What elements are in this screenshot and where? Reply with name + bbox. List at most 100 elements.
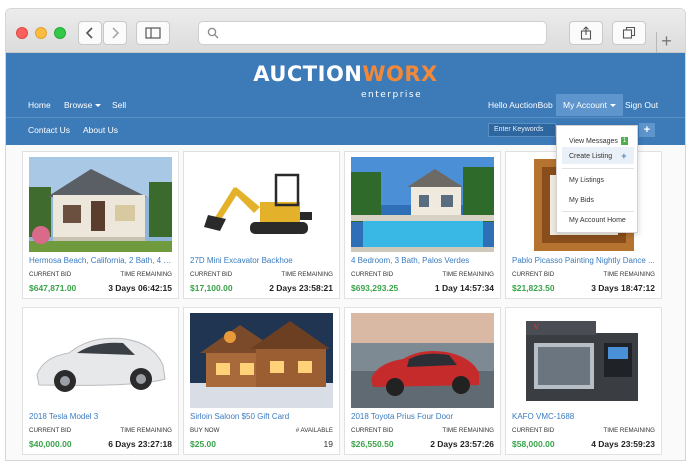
back-button[interactable] <box>78 21 102 45</box>
nav-browse-label: Browse <box>64 100 93 110</box>
listing-time-remaining: 3 Days 18:47:12 <box>591 283 655 293</box>
plus-icon: + <box>621 151 627 161</box>
listing-card[interactable]: 4 Bedroom, 3 Bath, Palos Verdes CURRENT … <box>344 151 501 299</box>
sidebar-button[interactable] <box>136 21 170 45</box>
listing-image-saloon[interactable] <box>190 313 333 408</box>
listing-time-remaining: 1 Day 14:57:34 <box>434 283 494 293</box>
nav-browse[interactable]: Browse <box>64 94 102 116</box>
listing-card[interactable]: Hermosa Beach, California, 2 Bath, 4 B..… <box>22 151 179 299</box>
menu-item-label: Create Listing <box>569 152 613 160</box>
share-icon <box>580 26 592 40</box>
search-icon <box>207 27 219 39</box>
search-plus-button[interactable]: + <box>639 123 655 137</box>
listing-price: $40,000.00 <box>29 439 72 449</box>
listing-available-count: 19 <box>323 439 333 449</box>
keyword-search-input[interactable]: Enter Keywords <box>488 123 556 137</box>
menu-item-label: View Messages <box>569 137 618 145</box>
nav-about-us[interactable]: About Us <box>83 119 118 141</box>
menu-item-my-account-home[interactable]: My Account Home <box>569 217 626 224</box>
my-account-menu[interactable]: My Account <box>556 94 623 116</box>
header-divider <box>6 117 685 118</box>
listing-image-tesla[interactable] <box>29 313 172 408</box>
listing-image-house[interactable] <box>29 157 172 252</box>
menu-item-my-listings[interactable]: My Listings <box>569 177 604 184</box>
nav-sell[interactable]: Sell <box>112 94 126 116</box>
listing-price: $647,871.00 <box>29 283 77 293</box>
new-tab-button[interactable]: + <box>656 32 676 53</box>
listing-title[interactable]: 2018 Tesla Model 3 <box>29 412 174 421</box>
listing-time-remaining: 2 Days 23:58:21 <box>269 283 333 293</box>
listing-price: $21,823.50 <box>512 283 555 293</box>
site-logo[interactable]: AUCTIONWORX enterprise <box>6 62 685 100</box>
browser-window: + AUCTIONWORX enterprise Home Browse Sel… <box>5 8 686 461</box>
listing-label-left: CURRENT BID <box>512 427 555 434</box>
listing-label-left: CURRENT BID <box>29 427 72 434</box>
listing-card[interactable]: Sirloin Saloon $50 Gift Card BUY NOW # A… <box>183 307 340 455</box>
menu-item-my-bids[interactable]: My Bids <box>569 197 594 204</box>
logo-part2: WORX <box>362 62 438 86</box>
listing-image-cnc-machine[interactable]: V <box>512 313 655 408</box>
listing-label-right: TIME REMAINING <box>281 271 333 278</box>
svg-text:V: V <box>534 324 539 331</box>
sign-out-link[interactable]: Sign Out <box>625 94 658 116</box>
forward-button[interactable] <box>103 21 127 45</box>
auction-site: AUCTIONWORX enterprise Home Browse Sell … <box>6 53 685 460</box>
listing-image-pool-house[interactable] <box>351 157 494 252</box>
listing-title[interactable]: Sirloin Saloon $50 Gift Card <box>190 412 335 421</box>
menu-item-view-messages[interactable]: View Messages 1 <box>569 137 629 145</box>
listing-card[interactable]: V KAFO VMC-1688 CURRENT BID TIME REMAINI… <box>505 307 662 455</box>
listing-time-remaining: 6 Days 23:27:18 <box>108 439 172 449</box>
primary-nav: Home Browse Sell Hello AuctionBob My Acc… <box>6 94 685 116</box>
listing-label-right: TIME REMAINING <box>442 271 494 278</box>
chevron-left-icon <box>85 27 93 39</box>
tabs-icon <box>622 26 636 39</box>
listing-title[interactable]: 27D Mini Excavator Backhoe <box>190 256 335 265</box>
message-count-badge: 1 <box>620 137 629 145</box>
listing-card[interactable]: 2018 Toyota Prius Four Door CURRENT BID … <box>344 307 501 455</box>
logo-part1: AUCTION <box>253 62 363 86</box>
chevron-right-icon <box>112 27 120 39</box>
show-tabs-button[interactable] <box>612 21 646 45</box>
caret-down-icon <box>609 104 616 108</box>
share-button[interactable] <box>569 21 603 45</box>
listing-time-remaining: 4 Days 23:59:23 <box>591 439 655 449</box>
menu-divider <box>562 168 634 169</box>
nav-contact-us[interactable]: Contact Us <box>28 119 70 141</box>
listing-image-prius[interactable] <box>351 313 494 408</box>
listing-title[interactable]: KAFO VMC-1688 <box>512 412 657 421</box>
listing-title[interactable]: Hermosa Beach, California, 2 Bath, 4 B..… <box>29 256 174 265</box>
listing-label-right: TIME REMAINING <box>603 271 655 278</box>
greeting: Hello AuctionBob <box>488 100 553 110</box>
caret-down-icon <box>95 104 102 108</box>
listing-card[interactable]: 27D Mini Excavator Backhoe CURRENT BID T… <box>183 151 340 299</box>
listing-label-left: CURRENT BID <box>190 271 233 278</box>
my-account-dropdown: View Messages 1 Create Listing + My Listin… <box>556 125 638 233</box>
listing-label-right: # AVAILABLE <box>295 427 333 434</box>
browser-toolbar: + <box>6 9 685 53</box>
listing-label-left: CURRENT BID <box>512 271 555 278</box>
listing-title[interactable]: 4 Bedroom, 3 Bath, Palos Verdes <box>351 256 496 265</box>
listing-label-right: TIME REMAINING <box>442 427 494 434</box>
listing-price: $26,550.50 <box>351 439 394 449</box>
listing-time-remaining: 2 Days 23:57:26 <box>430 439 494 449</box>
close-window-button[interactable] <box>16 27 28 39</box>
address-bar[interactable] <box>198 21 547 45</box>
menu-item-create-listing[interactable]: Create Listing + <box>569 151 626 161</box>
nav-home[interactable]: Home <box>28 94 51 116</box>
listing-image-excavator[interactable] <box>190 157 333 252</box>
listing-price: $25.00 <box>190 439 216 449</box>
listing-time-remaining: 3 Days 06:42:15 <box>108 283 172 293</box>
listing-label-left: CURRENT BID <box>351 427 394 434</box>
listing-label-left: CURRENT BID <box>351 271 394 278</box>
menu-divider <box>562 211 634 212</box>
listing-label-right: TIME REMAINING <box>603 427 655 434</box>
listing-card[interactable]: 2018 Tesla Model 3 CURRENT BID TIME REMA… <box>22 307 179 455</box>
listing-title[interactable]: 2018 Toyota Prius Four Door <box>351 412 496 421</box>
zoom-window-button[interactable] <box>54 27 66 39</box>
minimize-window-button[interactable] <box>35 27 47 39</box>
my-account-label: My Account <box>563 100 607 110</box>
listing-title[interactable]: Pablo Picasso Painting Nightly Dance ... <box>512 256 657 265</box>
listing-price: $17,100.00 <box>190 283 233 293</box>
listing-label-left: CURRENT BID <box>29 271 72 278</box>
sidebar-icon <box>145 27 161 39</box>
